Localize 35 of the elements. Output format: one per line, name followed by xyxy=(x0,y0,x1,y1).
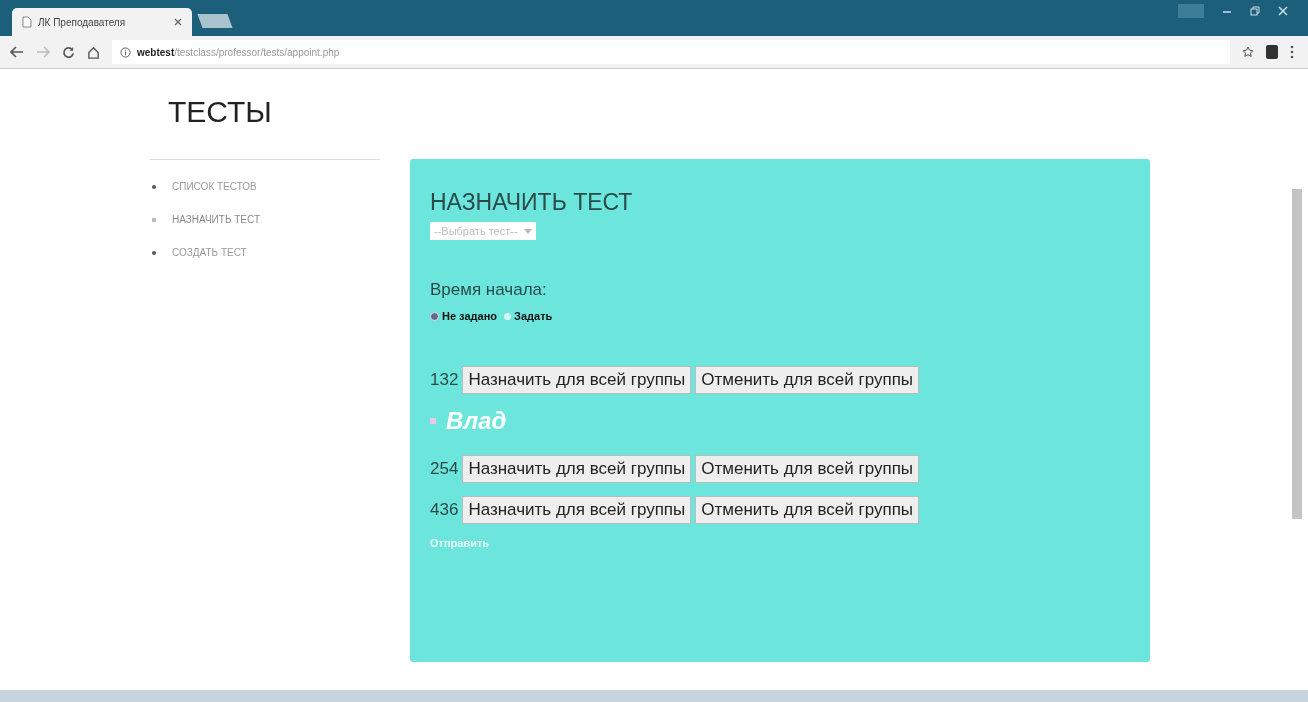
cancel-button[interactable]: Отменить для всей группы xyxy=(695,365,920,394)
bullet-icon xyxy=(430,418,436,424)
home-icon[interactable] xyxy=(87,45,100,59)
start-time-label: Время начала: xyxy=(430,280,548,300)
back-icon[interactable] xyxy=(10,46,24,58)
menu-icon[interactable] xyxy=(1290,45,1294,59)
address-field[interactable]: webtest/testclass/professor/tests/appoint.php xyxy=(112,40,1230,64)
group-number: 254 xyxy=(430,458,459,479)
info-icon xyxy=(120,46,131,58)
cancel-button[interactable]: Отменить для всей группы xyxy=(695,495,920,524)
assign-button[interactable]: Назначить для всей группы xyxy=(462,495,692,524)
scrollbar-thumb[interactable] xyxy=(1292,189,1302,519)
url-text: webtest/testclass/professor/tests/appoint.php xyxy=(137,46,340,58)
reload-icon[interactable] xyxy=(62,45,75,59)
caret-icon xyxy=(523,228,532,234)
star-icon[interactable] xyxy=(1242,46,1254,58)
radio-button[interactable] xyxy=(430,311,439,321)
assign-button[interactable]: Назначить для всей группы xyxy=(462,365,692,394)
page-icon xyxy=(22,16,32,28)
radio-label: Не задано xyxy=(442,310,498,322)
cancel-button[interactable]: Отменить для всей группы xyxy=(695,454,920,483)
radio-label: Задать xyxy=(514,310,553,322)
page-title: ТЕСТЫ xyxy=(168,95,273,129)
new-tab-button[interactable] xyxy=(197,14,233,28)
group-number: 132 xyxy=(430,369,459,390)
extension-icon[interactable] xyxy=(1266,45,1278,59)
tab-title: ЛК Преподавателя xyxy=(38,16,127,28)
radio-button[interactable] xyxy=(504,312,512,320)
group-number: 436 xyxy=(430,499,459,520)
browser-tab[interactable]: ЛК Преподавателя xyxy=(12,8,192,36)
restore-icon[interactable] xyxy=(1250,6,1260,16)
sidebar-link[interactable]: НАЗНАЧИТЬ ТЕСТ xyxy=(172,214,260,225)
assign-button[interactable]: Назначить для всей группы xyxy=(462,454,692,483)
form-heading: НАЗНАЧИТЬ ТЕСТ xyxy=(430,189,634,216)
close-icon[interactable] xyxy=(174,18,182,26)
